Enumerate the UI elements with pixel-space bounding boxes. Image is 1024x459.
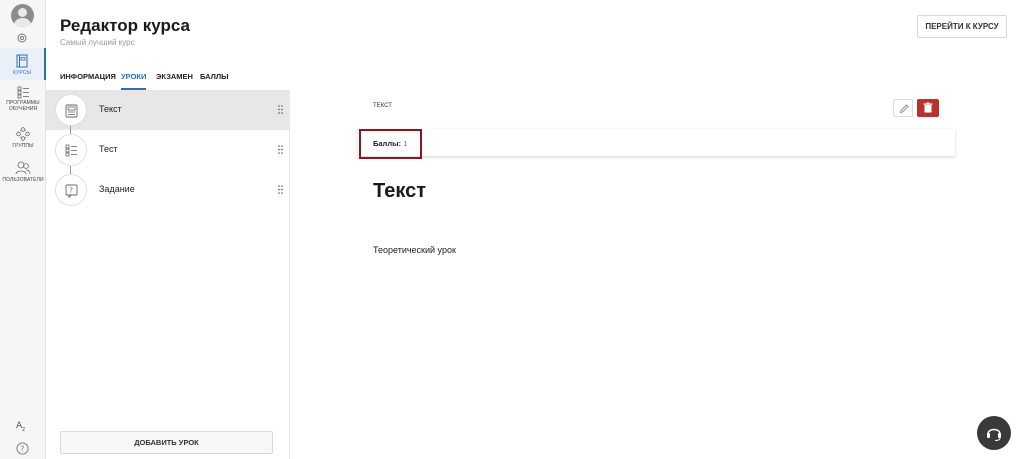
tab-information[interactable]: ИНФОРМАЦИЯ: [60, 72, 116, 90]
gear-icon[interactable]: [16, 32, 28, 44]
add-lesson-button[interactable]: ДОБАВИТЬ УРОК: [60, 431, 273, 454]
tab-points[interactable]: БАЛЛЫ: [200, 72, 228, 90]
svg-text:?: ?: [69, 187, 73, 195]
page-title: Редактор курса: [60, 16, 190, 35]
score-card: Баллы: 1: [358, 129, 955, 156]
lesson-name: Задание: [99, 184, 135, 194]
lesson-item[interactable]: Тест: [46, 130, 290, 170]
nav-item-users[interactable]: ПОЛЬЗОВАТЕЛИ: [0, 161, 46, 183]
avatar[interactable]: [11, 4, 34, 27]
lesson-body-text: Теоретический урок: [373, 245, 456, 255]
document-icon: [65, 104, 78, 118]
nav-label-groups: ГРУППЫ: [12, 143, 34, 149]
support-chat-button[interactable]: [977, 416, 1011, 450]
drag-handle-icon[interactable]: [278, 105, 284, 114]
page-subtitle: Самый лучший курс: [60, 38, 135, 47]
lesson-item[interactable]: Текст: [46, 90, 290, 130]
language-icon[interactable]: A z: [16, 419, 29, 432]
nav-label-courses: КУРСЫ: [13, 70, 31, 76]
nav-item-programs[interactable]: ПРОГРАММЫ ОБУЧЕНИЯ: [0, 86, 46, 112]
trash-icon: [923, 102, 933, 113]
drag-handle-icon[interactable]: [278, 145, 284, 154]
groups-icon: [16, 127, 30, 141]
tab-exam[interactable]: ЭКЗАМЕН: [156, 72, 193, 90]
nav-item-courses[interactable]: КУРСЫ: [0, 48, 46, 80]
book-icon: [16, 54, 28, 68]
nav-item-groups[interactable]: ГРУППЫ: [0, 127, 46, 149]
lesson-name: Тест: [99, 144, 118, 154]
svg-text:z: z: [22, 426, 25, 432]
lesson-item[interactable]: ? Задание: [46, 170, 290, 210]
drag-handle-icon[interactable]: [278, 185, 284, 194]
nav-label-users: ПОЛЬЗОВАТЕЛИ: [2, 177, 44, 183]
delete-button[interactable]: [917, 99, 939, 117]
users-icon: [15, 161, 31, 175]
svg-text:?: ?: [20, 444, 24, 453]
nav-label-programs-2: ОБУЧЕНИЯ: [8, 106, 38, 112]
lesson-heading: Текст: [373, 180, 427, 202]
list-icon: [17, 86, 29, 99]
pencil-icon: [899, 104, 909, 114]
tab-lessons[interactable]: УРОКИ: [121, 72, 147, 90]
side-nav: КУРСЫ ПРОГРАММЫ ОБУЧЕНИЯ ГРУППЫ ПОЛЬЗОВА…: [0, 0, 46, 459]
question-icon: ?: [65, 184, 78, 198]
edit-button[interactable]: [893, 99, 913, 117]
lesson-list: Текст Тест ? Задание: [46, 90, 290, 459]
headset-icon: [987, 428, 1001, 441]
lesson-name: Текст: [99, 104, 122, 114]
highlight-box: [359, 129, 422, 159]
go-to-course-button[interactable]: ПЕРЕЙТИ К КУРСУ: [917, 15, 1007, 38]
help-icon[interactable]: ?: [16, 442, 29, 455]
checklist-icon: [65, 144, 77, 157]
lesson-type-label: ТЕКСТ: [373, 103, 392, 109]
